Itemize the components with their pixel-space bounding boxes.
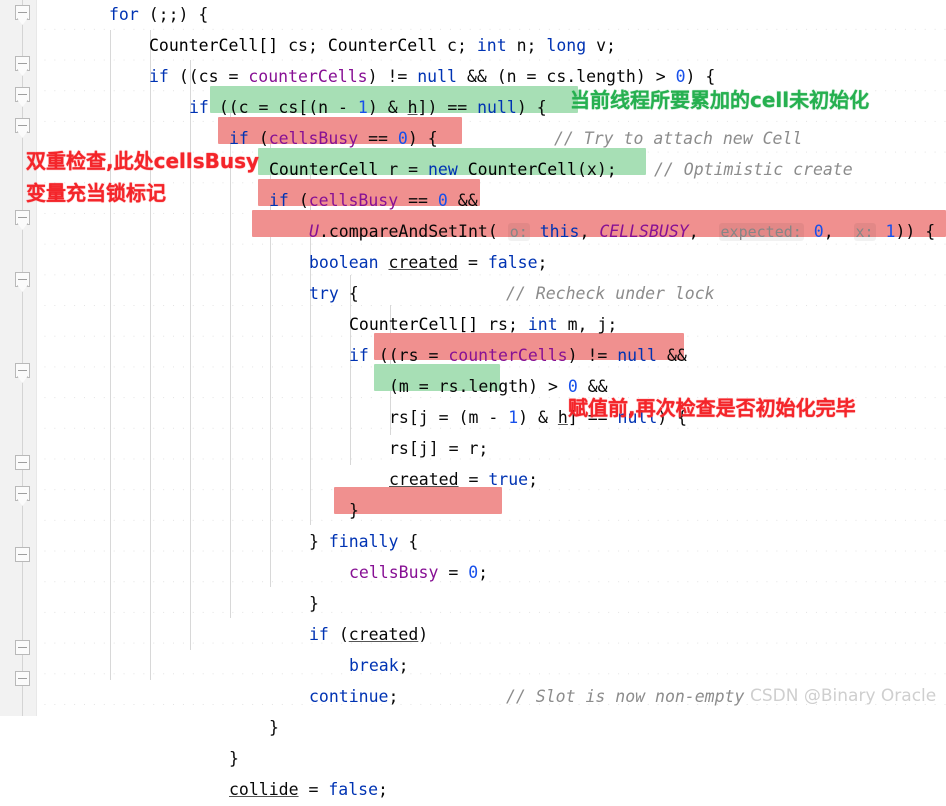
- code-line-22[interactable]: break;: [349, 651, 409, 682]
- code-line-23[interactable]: continue;: [309, 682, 398, 713]
- gutter-vertical-rule: [22, 0, 23, 716]
- fold-marker-close-2[interactable]: [15, 671, 30, 686]
- code-line-12[interactable]: if ((rs = counterCells) != null &&: [349, 341, 687, 372]
- fold-marker-cas[interactable]: [15, 210, 30, 225]
- param-hint-x: x:: [853, 223, 876, 241]
- code-line-5[interactable]: if (cellsBusy == 0) {: [229, 124, 438, 155]
- code-line-21[interactable]: if (created): [309, 620, 428, 651]
- indent-guide-1: [110, 30, 111, 680]
- code-line-6[interactable]: CounterCell r = new CounterCell(x);: [269, 155, 617, 186]
- fold-marker-for-loop[interactable]: [15, 5, 30, 20]
- code-line-24[interactable]: }: [269, 713, 279, 744]
- comment-recheck-lock: // Recheck under lock: [506, 284, 715, 303]
- param-hint-expected: expected:: [718, 223, 804, 241]
- comment-slot-nonempty: // Slot is now non-empty: [506, 687, 745, 706]
- fold-marker-if-rs[interactable]: [15, 363, 30, 378]
- annotation-recheck-before-assign: 赋值前,再次检查是否初始化完毕: [568, 396, 856, 420]
- fold-marker-if-cellsbusy[interactable]: [15, 118, 30, 133]
- code-line-17[interactable]: }: [349, 496, 359, 527]
- code-line-9[interactable]: boolean created = false;: [309, 248, 547, 279]
- code-line-25[interactable]: }: [229, 744, 239, 775]
- code-line-7[interactable]: if (cellsBusy == 0 &&: [269, 186, 478, 217]
- annotation-double-check-line1: 双重检查,此处cellsBusy: [26, 149, 260, 173]
- fold-marker-block-end[interactable]: [15, 455, 30, 470]
- code-line-2[interactable]: CounterCell[] cs; CounterCell c; int n; …: [149, 31, 616, 62]
- code-line-19[interactable]: cellsBusy = 0;: [349, 558, 488, 589]
- code-line-1[interactable]: for (;;) {: [109, 0, 208, 31]
- code-line-18[interactable]: } finally {: [309, 527, 418, 558]
- indent-guide-2: [150, 30, 151, 680]
- fold-marker-finally[interactable]: [15, 486, 30, 501]
- code-line-8[interactable]: U.compareAndSetInt( o: this, CELLSBUSY, …: [309, 217, 935, 248]
- fold-marker-if-cs[interactable]: [15, 56, 30, 71]
- code-line-10[interactable]: try {: [309, 279, 359, 310]
- fold-marker-try[interactable]: [15, 272, 30, 287]
- fold-marker-close-1[interactable]: [15, 640, 30, 655]
- annotation-double-check-line2: 变量充当锁标记: [26, 181, 166, 205]
- editor-gutter: [0, 0, 37, 716]
- fold-marker-if-created[interactable]: [15, 547, 30, 562]
- csdn-watermark: CSDN @Binary Oracle: [750, 686, 937, 706]
- code-editor-screenshot: for (;;) { CounterCell[] cs; CounterCell…: [0, 0, 946, 799]
- code-line-20[interactable]: }: [309, 589, 319, 620]
- code-line-16[interactable]: created = true;: [389, 465, 538, 496]
- code-line-15[interactable]: rs[j] = r;: [389, 434, 488, 465]
- comment-try-attach: // Try to attach new Cell: [554, 129, 803, 148]
- fold-marker-if-c-null[interactable]: [15, 87, 30, 102]
- code-line-4[interactable]: if ((c = cs[(n - 1) & h]) == null) {: [189, 93, 547, 124]
- annotation-cell-not-initialized: 当前线程所要累加的cell未初始化: [570, 88, 870, 112]
- comment-optimistic: // Optimistic create: [654, 160, 853, 179]
- param-hint-o: o:: [507, 223, 530, 241]
- code-line-26[interactable]: collide = false;: [229, 775, 388, 806]
- code-line-11[interactable]: CounterCell[] rs; int m, j;: [349, 310, 617, 341]
